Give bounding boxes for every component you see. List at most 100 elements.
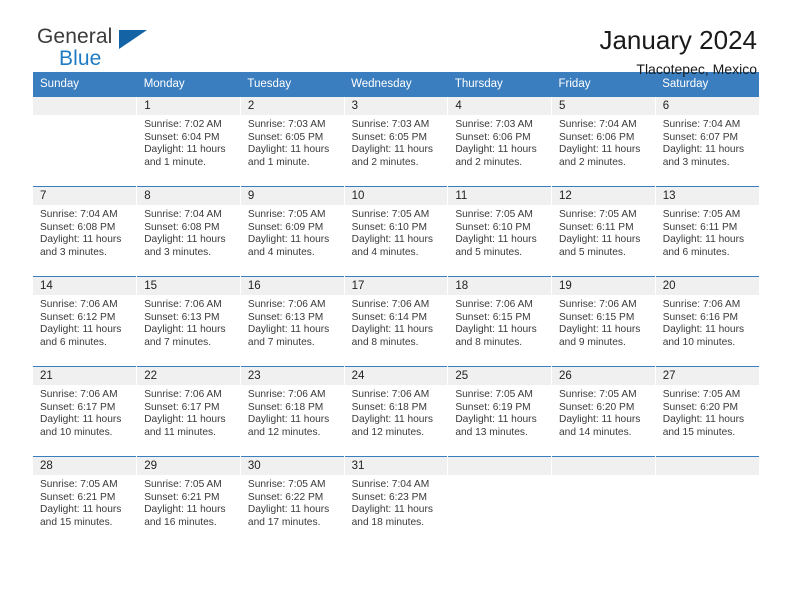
day-cell-content: 16 Sunrise: 7:06 AM Sunset: 6:13 PM Dayligh…	[240, 277, 344, 366]
day-cell-content: 25 Sunrise: 7:05 AM Sunset: 6:19 PM Dayligh…	[448, 367, 552, 456]
calendar-day-cell[interactable]: 13 Sunrise: 7:05 AM Sunset: 6:11 PM Dayligh…	[654, 186, 759, 277]
sunrise-text: Sunrise: 7:05 AM	[351, 209, 430, 220]
calendar-day-cell[interactable]: 3 Sunrise: 7:03 AM Sunset: 6:05 PM Daylight…	[343, 96, 448, 187]
sunset-text: Sunset: 6:05 PM	[247, 131, 324, 143]
calendar-day-cell[interactable]: 24 Sunrise: 7:06 AM Sunset: 6:18 PM Dayligh…	[343, 366, 448, 457]
calendar-day-cell[interactable]: 8 Sunrise: 7:04 AM Sunset: 6:08 PM Daylight…	[136, 186, 241, 277]
day-number: 20	[655, 277, 759, 295]
sunset-text: Sunset: 6:07 PM	[662, 131, 739, 143]
sunset-text: Sunset: 6:06 PM	[455, 131, 531, 143]
day-cell-content: 6 Sunrise: 7:04 AM Sunset: 6:07 PM Daylight…	[655, 97, 759, 186]
sunrise-text: Sunrise: 7:05 AM	[455, 209, 533, 220]
calendar-day-cell[interactable]: 19 Sunrise: 7:06 AM Sunset: 6:15 PM Dayligh…	[551, 276, 656, 367]
daylight-text: Daylight: 11 hours	[144, 234, 226, 246]
day-sun-info: Sunrise: 7:05 AM Sunset: 6:22 PM Daylight:…	[241, 475, 344, 529]
sunrise-text: Sunrise: 7:06 AM	[40, 389, 118, 400]
calendar-day-cell[interactable]: 22 Sunrise: 7:06 AM Sunset: 6:17 PM Dayligh…	[136, 366, 241, 457]
daylight-text: and 1 minute.	[144, 156, 206, 168]
daylight-text: and 3 minutes.	[40, 246, 107, 258]
day-number: 11	[448, 187, 552, 205]
day-sun-info: Sunrise: 7:06 AM Sunset: 6:13 PM Daylight:…	[241, 295, 344, 349]
calendar-day-cell[interactable]: 23 Sunrise: 7:06 AM Sunset: 6:18 PM Dayligh…	[239, 366, 345, 457]
calendar-day-cell[interactable]: 16 Sunrise: 7:06 AM Sunset: 6:13 PM Dayligh…	[239, 276, 345, 367]
calendar-day-cell[interactable]: 6 Sunrise: 7:04 AM Sunset: 6:07 PM Daylight…	[654, 96, 759, 187]
sunrise-text: Sunrise: 7:06 AM	[40, 299, 118, 310]
daylight-text: Daylight: 11 hours	[559, 414, 641, 426]
calendar-day-cell[interactable]: 7 Sunrise: 7:04 AM Sunset: 6:08 PM Daylight…	[33, 186, 137, 277]
calendar-day-cell[interactable]: 28 Sunrise: 7:05 AM Sunset: 6:21 PM Dayligh…	[33, 456, 137, 546]
day-number: 13	[655, 187, 759, 205]
calendar-day-cell[interactable]: 15 Sunrise: 7:06 AM Sunset: 6:13 PM Dayligh…	[136, 276, 241, 367]
calendar-day-cell[interactable]: 26 Sunrise: 7:05 AM Sunset: 6:20 PM Dayligh…	[551, 366, 656, 457]
weekday-header-thursday: Thursday	[447, 72, 552, 97]
day-sun-info: Sunrise: 7:05 AM Sunset: 6:20 PM Daylight:…	[656, 385, 759, 439]
daylight-text: and 7 minutes.	[144, 336, 212, 348]
day-number: 9	[240, 187, 344, 205]
calendar-day-cell[interactable]: 10 Sunrise: 7:05 AM Sunset: 6:10 PM Dayligh…	[343, 186, 448, 277]
calendar-day-cell[interactable]: 25 Sunrise: 7:05 AM Sunset: 6:19 PM Dayligh…	[447, 366, 552, 457]
day-sun-info: Sunrise: 7:03 AM Sunset: 6:06 PM Daylight:…	[448, 115, 551, 169]
day-cell-content: 14 Sunrise: 7:06 AM Sunset: 6:12 PM Dayligh…	[33, 277, 137, 366]
day-cell-content: 10 Sunrise: 7:05 AM Sunset: 6:10 PM Dayligh…	[344, 187, 448, 276]
day-number: 16	[240, 277, 344, 295]
day-cell-content: 13 Sunrise: 7:05 AM Sunset: 6:11 PM Dayligh…	[655, 187, 759, 276]
daylight-text: Daylight: 11 hours	[662, 414, 745, 426]
sunrise-text: Sunrise: 7:05 AM	[144, 479, 222, 490]
sunrise-text: Sunrise: 7:05 AM	[662, 389, 741, 400]
sunset-text: Sunset: 6:05 PM	[351, 131, 427, 143]
day-sun-info: Sunrise: 7:03 AM Sunset: 6:05 PM Daylight:…	[345, 115, 448, 169]
day-sun-info: Sunrise: 7:06 AM Sunset: 6:12 PM Daylight:…	[33, 295, 136, 349]
day-number: 25	[448, 367, 552, 385]
calendar-day-cell[interactable]: 30 Sunrise: 7:05 AM Sunset: 6:22 PM Dayligh…	[239, 456, 345, 546]
daylight-text: Daylight: 11 hours	[40, 504, 122, 516]
sunset-text: Sunset: 6:10 PM	[455, 221, 531, 233]
day-number: 17	[344, 277, 448, 295]
daylight-text: Daylight: 11 hours	[144, 414, 226, 426]
calendar-day-cell[interactable]: 31 Sunrise: 7:04 AM Sunset: 6:23 PM Dayligh…	[343, 456, 448, 546]
day-sun-info: Sunrise: 7:05 AM Sunset: 6:09 PM Daylight:…	[241, 205, 344, 259]
calendar-day-cell[interactable]: 12 Sunrise: 7:05 AM Sunset: 6:11 PM Dayligh…	[551, 186, 656, 277]
calendar-day-cell[interactable]: 4 Sunrise: 7:03 AM Sunset: 6:06 PM Daylight…	[447, 96, 552, 187]
calendar-day-cell[interactable]: 18 Sunrise: 7:06 AM Sunset: 6:15 PM Dayligh…	[447, 276, 552, 367]
calendar-day-cell[interactable]: 27 Sunrise: 7:05 AM Sunset: 6:20 PM Dayligh…	[654, 366, 759, 457]
day-cell-content: 23 Sunrise: 7:06 AM Sunset: 6:18 PM Dayligh…	[240, 367, 344, 456]
daylight-text: Daylight: 11 hours	[351, 144, 433, 156]
page-title: January 2024	[599, 25, 757, 55]
sunset-text: Sunset: 6:13 PM	[144, 311, 220, 323]
calendar-day-cell[interactable]: 14 Sunrise: 7:06 AM Sunset: 6:12 PM Dayligh…	[33, 276, 137, 367]
sunset-text: Sunset: 6:20 PM	[559, 401, 635, 413]
day-sun-info: Sunrise: 7:04 AM Sunset: 6:07 PM Daylight:…	[656, 115, 759, 169]
generalblue-logo[interactable]: General Blue	[33, 26, 197, 69]
calendar-day-cell[interactable]: 1 Sunrise: 7:02 AM Sunset: 6:04 PM Daylight…	[136, 96, 241, 187]
daylight-text: Daylight: 11 hours	[247, 144, 330, 156]
calendar-day-cell[interactable]: 21 Sunrise: 7:06 AM Sunset: 6:17 PM Dayligh…	[33, 366, 137, 457]
calendar-day-cell[interactable]: 29 Sunrise: 7:05 AM Sunset: 6:21 PM Dayligh…	[136, 456, 241, 546]
daylight-text: and 13 minutes.	[455, 426, 528, 438]
daylight-text: Daylight: 11 hours	[144, 504, 226, 516]
sunset-text: Sunset: 6:22 PM	[247, 491, 324, 503]
sunset-text: Sunset: 6:18 PM	[351, 401, 427, 413]
daylight-text: Daylight: 11 hours	[247, 414, 330, 426]
calendar-day-cell[interactable]: 20 Sunrise: 7:06 AM Sunset: 6:16 PM Dayligh…	[654, 276, 759, 367]
day-cell-content: 3 Sunrise: 7:03 AM Sunset: 6:05 PM Daylight…	[344, 97, 448, 186]
sunrise-text: Sunrise: 7:04 AM	[662, 119, 741, 130]
sunrise-text: Sunrise: 7:05 AM	[455, 389, 533, 400]
daylight-text: Daylight: 11 hours	[144, 324, 226, 336]
calendar-day-cell[interactable]: 2 Sunrise: 7:03 AM Sunset: 6:05 PM Daylight…	[239, 96, 345, 187]
day-number-placeholder	[552, 457, 655, 475]
day-number: 22	[137, 367, 240, 385]
calendar-day-cell[interactable]: 9 Sunrise: 7:05 AM Sunset: 6:09 PM Daylight…	[239, 186, 345, 277]
day-number: 15	[137, 277, 240, 295]
daylight-text: Daylight: 11 hours	[559, 324, 641, 336]
calendar-day-cell[interactable]: 17 Sunrise: 7:06 AM Sunset: 6:14 PM Dayligh…	[343, 276, 448, 367]
calendar-day-cell[interactable]: 11 Sunrise: 7:05 AM Sunset: 6:10 PM Dayligh…	[447, 186, 552, 277]
day-cell-content: 18 Sunrise: 7:06 AM Sunset: 6:15 PM Dayligh…	[448, 277, 552, 366]
day-sun-info: Sunrise: 7:05 AM Sunset: 6:21 PM Daylight:…	[33, 475, 136, 529]
sunset-text: Sunset: 6:20 PM	[662, 401, 739, 413]
weekday-header-tuesday: Tuesday	[240, 72, 345, 97]
logo-text-blue: Blue	[59, 47, 102, 70]
calendar-day-cell[interactable]: 5 Sunrise: 7:04 AM Sunset: 6:06 PM Daylight…	[551, 96, 656, 187]
sunrise-text: Sunrise: 7:06 AM	[351, 389, 430, 400]
sunrise-text: Sunrise: 7:06 AM	[559, 299, 637, 310]
daylight-text: Daylight: 11 hours	[662, 234, 745, 246]
